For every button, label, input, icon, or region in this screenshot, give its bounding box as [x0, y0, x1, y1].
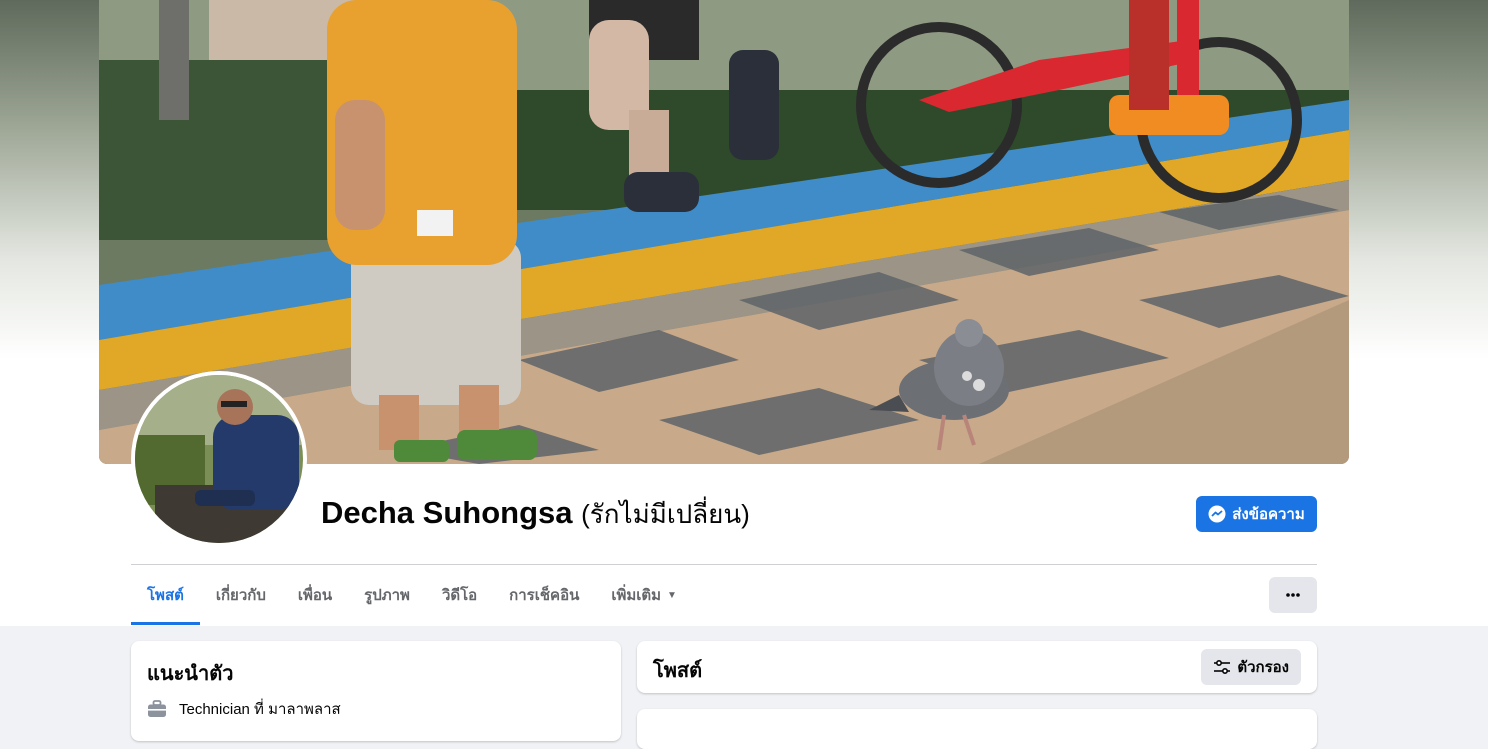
next-post-card	[637, 709, 1317, 749]
send-message-label: ส่งข้อความ	[1232, 506, 1305, 523]
briefcase-icon	[148, 700, 166, 717]
tab-posts[interactable]: โพสต์	[131, 565, 200, 625]
posts-title: โพสต์	[653, 660, 703, 682]
tab-more-label: เพิ่มเติม	[611, 587, 662, 604]
tab-photos-label: รูปภาพ	[364, 587, 410, 604]
intro-title: แนะนำตัว	[147, 663, 234, 685]
more-horizontal-icon	[1286, 593, 1300, 597]
tab-videos[interactable]: วิดีโอ	[426, 565, 493, 625]
intro-work-text: Technician ที่ มาลาพลาส	[179, 701, 341, 718]
filter-label: ตัวกรอง	[1237, 659, 1289, 676]
posts-header-card: โพสต์ ตัวกรอง	[637, 641, 1317, 693]
filter-sliders-icon	[1214, 659, 1231, 675]
filter-button[interactable]: ตัวกรอง	[1201, 649, 1301, 685]
tab-photos[interactable]: รูปภาพ	[348, 565, 426, 625]
avatar	[135, 375, 303, 543]
messenger-icon	[1208, 505, 1226, 523]
cover-photo[interactable]	[99, 0, 1349, 464]
profile-name: Decha Suhongsa (รักไม่มีเปลี่ยน)	[321, 494, 750, 534]
tab-checkins-label: การเช็คอิน	[509, 587, 580, 604]
profile-name-alternate: (รักไม่มีเปลี่ยน)	[581, 499, 750, 529]
tab-friends-label: เพื่อน	[297, 587, 333, 604]
tab-friends[interactable]: เพื่อน	[282, 565, 348, 625]
caret-down-icon: ▼	[667, 589, 677, 601]
more-options-button[interactable]	[1269, 577, 1317, 613]
tab-posts-label: โพสต์	[147, 587, 184, 604]
profile-tabs: โพสต์ เกี่ยวกับ เพื่อน รูปภาพ วิดีโอ การ…	[131, 565, 693, 625]
intro-card: แนะนำตัว Technician ที่ มาลาพลาส	[131, 641, 621, 741]
tab-about[interactable]: เกี่ยวกับ	[200, 565, 282, 625]
intro-work-row: Technician ที่ มาลาพลาส	[147, 697, 341, 721]
send-message-button[interactable]: ส่งข้อความ	[1196, 496, 1317, 532]
tab-about-label: เกี่ยวกับ	[215, 587, 266, 604]
profile-avatar[interactable]	[131, 371, 307, 547]
tab-more[interactable]: เพิ่มเติม ▼	[595, 565, 693, 625]
tab-videos-label: วิดีโอ	[441, 587, 478, 604]
profile-name-primary: Decha Suhongsa	[321, 495, 573, 530]
tab-checkins[interactable]: การเช็คอิน	[493, 565, 595, 625]
